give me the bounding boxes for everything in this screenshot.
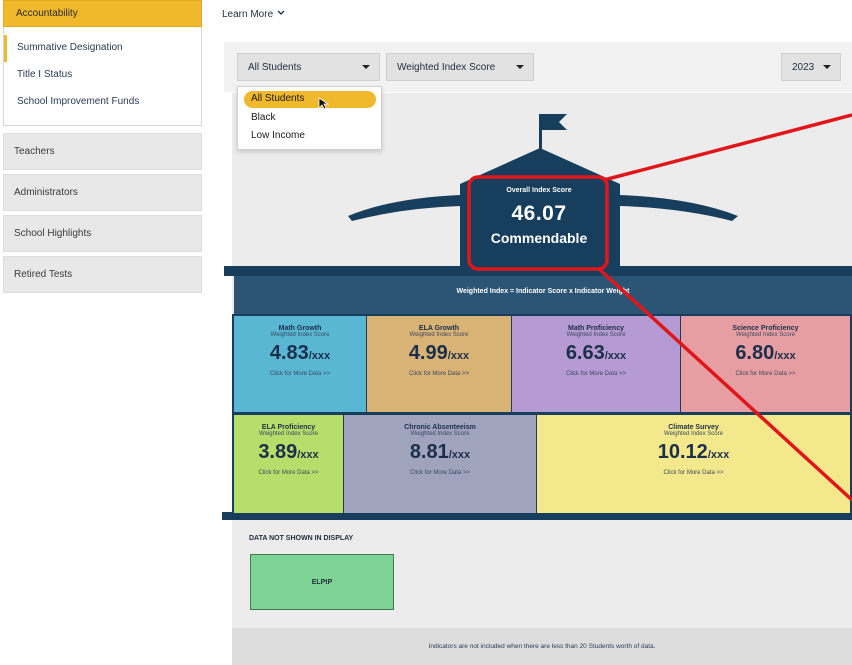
footnote-text: Indicators are not included when there a… xyxy=(428,643,656,650)
tile-max: /xxx xyxy=(448,449,471,461)
overall-score-label: Overall Index Score xyxy=(506,187,572,194)
sidebar-item-teachers[interactable]: Teachers xyxy=(3,133,202,170)
sidebar-item-summative-designation[interactable]: Summative Designation xyxy=(4,35,201,62)
tile-ela-growth[interactable]: ELA Growth Weighted Index Score 4.99/xxx… xyxy=(367,316,511,412)
tile-value: 6.80 xyxy=(735,342,775,364)
tile-math-growth[interactable]: Math Growth Weighted Index Score 4.83/xx… xyxy=(234,316,366,412)
tile-value-line: 6.80/xxx xyxy=(681,342,850,367)
tile-value: 8.81 xyxy=(409,441,449,463)
tile-max: /xxx xyxy=(297,449,319,461)
tile-value: 4.83 xyxy=(269,342,309,364)
measure-select[interactable]: Weighted Index Score xyxy=(386,53,534,81)
formula-band xyxy=(234,276,852,314)
sidebar-subnav: Summative Designation Title I Status Sch… xyxy=(3,27,202,126)
tile-max: /xxx xyxy=(774,350,796,362)
tile-subtitle: Weighted Index Score xyxy=(566,332,626,338)
filter-toolbar: All Students Weighted Index Score 2023 xyxy=(224,42,852,92)
tile-subtitle: Weighted Index Score xyxy=(664,431,723,437)
mouse-pointer-icon xyxy=(318,97,330,110)
tile-name: ELA Growth xyxy=(418,325,460,332)
learn-more-link[interactable]: Learn More xyxy=(222,9,285,20)
tile-max: /xxx xyxy=(308,350,331,362)
sidebar-section-label: Accountability xyxy=(16,8,78,19)
tile-subtitle: Weighted Index Score xyxy=(409,332,469,338)
tile-science-proficiency[interactable]: Science Proficiency Weighted Index Score… xyxy=(681,316,850,412)
overall-score-value: 46.07 xyxy=(511,202,567,225)
tile-subtitle: Weighted Index Score xyxy=(270,332,330,338)
dropdown-option-all-students[interactable]: All Students xyxy=(251,93,304,104)
overall-score-box: Overall Index Score 46.07 Commendable xyxy=(471,176,607,270)
tile-value-line: 4.99/xxx xyxy=(367,342,511,367)
tile-value: 4.99 xyxy=(408,342,448,364)
tile-value-line: 4.83/xxx xyxy=(234,342,366,367)
year-select[interactable]: 2023 xyxy=(781,53,841,81)
tile-max: /xxx xyxy=(707,449,730,461)
tile-value-line: 10.12/xxx xyxy=(537,441,850,466)
sidebar-item-school-improvement-funds[interactable]: School Improvement Funds xyxy=(4,89,201,116)
tile-more-data-link[interactable]: Click for More Data >> xyxy=(234,371,366,377)
sidebar-section-accountability[interactable]: Accountability xyxy=(3,0,202,27)
tile-subtitle: Weighted Index Score xyxy=(259,431,318,437)
student-group-select[interactable]: All Students xyxy=(237,53,380,81)
caret-down-icon xyxy=(516,65,524,69)
tile-subtitle: Weighted Index Score xyxy=(736,332,795,338)
tile-name: Science Proficiency xyxy=(732,325,799,332)
learn-more-label: Learn More xyxy=(222,9,274,20)
tile-more-data-link[interactable]: Click for More Data >> xyxy=(344,470,536,476)
tile-value: 10.12 xyxy=(657,441,708,463)
sidebar-item-school-highlights[interactable]: School Highlights xyxy=(3,215,202,252)
tile-name: Math Growth xyxy=(278,325,322,332)
student-group-select-value: All Students xyxy=(248,62,302,73)
tile-ela-proficiency[interactable]: ELA Proficiency Weighted Index Score 3.8… xyxy=(234,415,343,513)
tile-value-line: 8.81/xxx xyxy=(344,441,536,466)
tile-value: 3.89 xyxy=(258,441,298,463)
tile-name: Chronic Absenteeism xyxy=(404,424,476,431)
tile-subtitle: Weighted Index Score xyxy=(410,431,470,437)
tile-name: Math Proficiency xyxy=(567,325,624,332)
sidebar-item-administrators[interactable]: Administrators xyxy=(3,174,202,211)
caret-down-icon xyxy=(823,65,831,69)
tile-value-line: 6.63/xxx xyxy=(512,342,680,367)
tile-name: Climate Survey xyxy=(668,424,719,431)
formula-text: Weighted Index = Indicator Score x Indic… xyxy=(456,288,630,295)
tile-more-data-link[interactable]: Click for More Data >> xyxy=(234,470,343,476)
sidebar-item-retired-tests[interactable]: Retired Tests xyxy=(3,256,202,293)
tile-value-line: 3.89/xxx xyxy=(234,441,343,466)
caret-down-icon xyxy=(362,65,370,69)
flag-pole xyxy=(539,114,542,154)
tile-more-data-link[interactable]: Click for More Data >> xyxy=(537,470,850,476)
data-not-shown-item[interactable]: ELPtP xyxy=(250,554,394,610)
tile-max: /xxx xyxy=(604,350,627,362)
year-select-value: 2023 xyxy=(792,62,815,73)
tile-math-proficiency[interactable]: Math Proficiency Weighted Index Score 6.… xyxy=(512,316,680,412)
dropdown-option-black[interactable]: Black xyxy=(251,112,275,123)
tile-value: 6.63 xyxy=(565,342,605,364)
dropdown-option-low-income[interactable]: Low Income xyxy=(251,130,305,141)
tile-climate-survey[interactable]: Climate Survey Weighted Index Score 10.1… xyxy=(537,415,850,513)
overall-score-rating: Commendable xyxy=(490,230,588,246)
sidebar-item-title-i-status[interactable]: Title I Status xyxy=(4,62,201,89)
data-not-shown-title: DATA NOT SHOWN IN DISPLAY xyxy=(249,535,354,542)
sidebar: Accountability Summative Designation Tit… xyxy=(3,0,202,293)
flag-icon xyxy=(542,114,567,130)
tile-more-data-link[interactable]: Click for More Data >> xyxy=(367,371,511,377)
chevron-down-icon xyxy=(277,10,285,15)
tile-name: ELA Proficiency xyxy=(261,424,316,431)
tile-max: /xxx xyxy=(447,350,470,362)
student-group-dropdown: All Students Black Low Income xyxy=(237,86,382,150)
tile-chronic-absenteeism[interactable]: Chronic Absenteeism Weighted Index Score… xyxy=(344,415,536,513)
floor-band xyxy=(222,512,852,520)
tile-more-data-link[interactable]: Click for More Data >> xyxy=(681,371,850,377)
tile-more-data-link[interactable]: Click for More Data >> xyxy=(512,371,680,377)
measure-select-value: Weighted Index Score xyxy=(397,62,496,73)
